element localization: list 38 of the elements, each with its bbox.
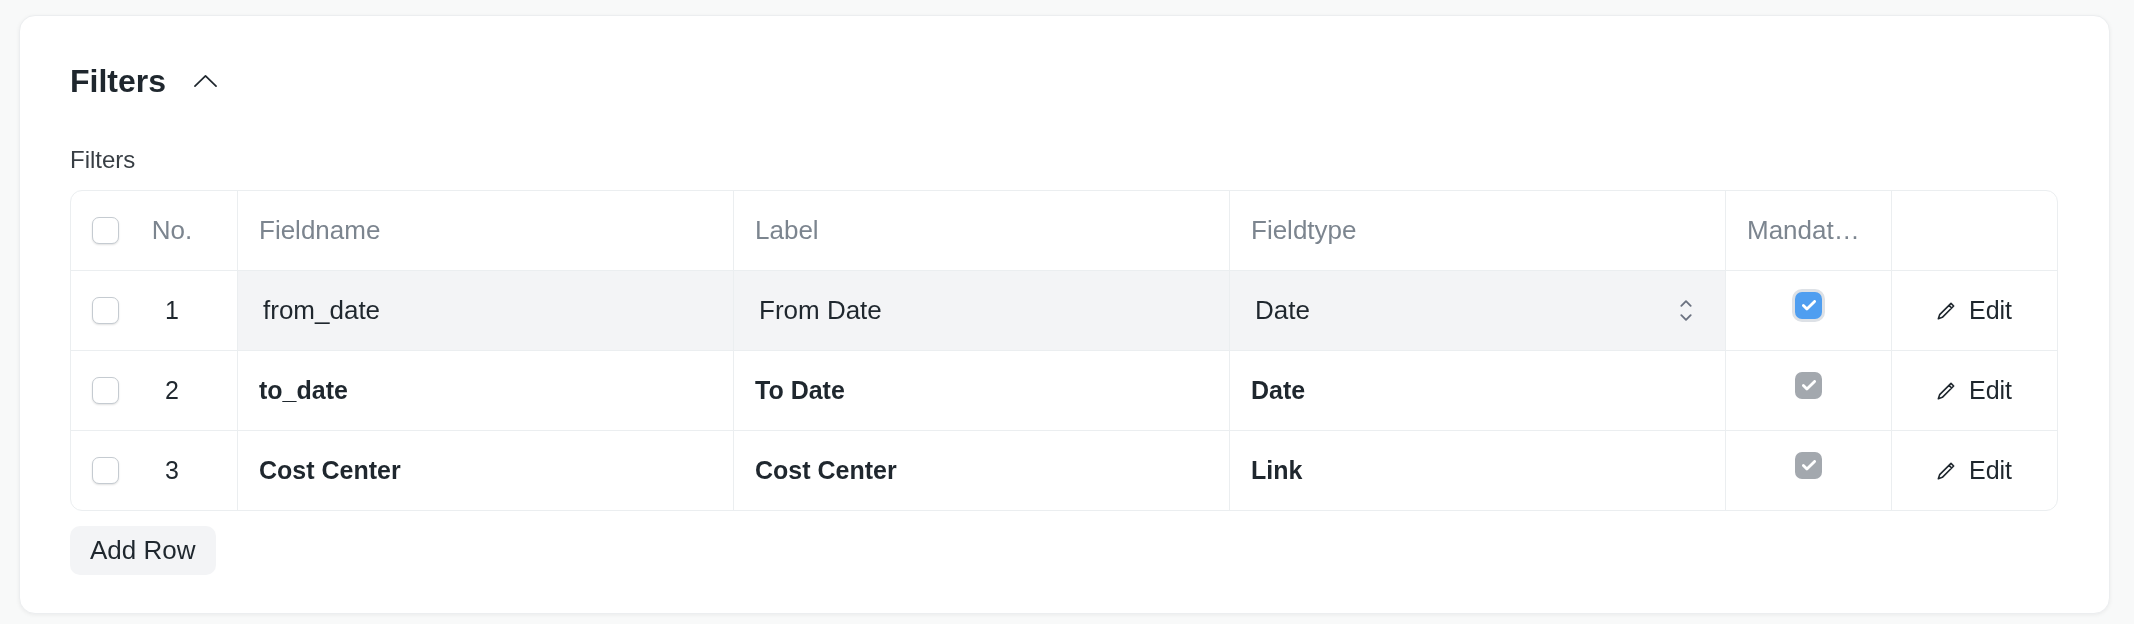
label-input[interactable]: From Date [734, 271, 1230, 350]
pencil-icon [1936, 461, 1955, 480]
mandatory-checkbox[interactable] [1795, 372, 1822, 399]
check-icon [1801, 300, 1816, 311]
table-cell-text: Cost Center [259, 454, 401, 486]
fieldtype-select[interactable]: Date [1230, 271, 1726, 350]
pencil-icon [1936, 381, 1955, 400]
add-row-button[interactable]: Add Row [70, 526, 216, 575]
fieldname-input[interactable]: from_date [238, 271, 734, 350]
edit-button[interactable]: Edit [1936, 291, 2013, 330]
pencil-icon [1936, 301, 1955, 320]
chevron-up-icon[interactable] [194, 75, 218, 87]
section-title: Filters [70, 62, 167, 101]
up-down-chevron-icon [1680, 300, 1692, 321]
edit-button[interactable]: Edit [1936, 371, 2013, 410]
column-header: Fieldtype [1251, 214, 1357, 247]
row-checkbox[interactable] [92, 377, 119, 404]
column-header: Mandat… [1747, 214, 1860, 247]
column-header: No. [151, 214, 193, 247]
column-header: Label [755, 214, 819, 247]
select-all-checkbox[interactable] [92, 217, 119, 244]
mandatory-checkbox[interactable] [1795, 452, 1822, 479]
mandatory-checkbox[interactable] [1795, 292, 1822, 319]
check-icon [1801, 380, 1816, 391]
column-header: Fieldname [259, 214, 381, 247]
table-cell-text: Cost Center [755, 454, 897, 486]
row-checkbox[interactable] [92, 297, 119, 324]
table-label: Filters [70, 145, 136, 175]
table-cell-text: Link [1251, 454, 1303, 486]
row-number: 3 [165, 454, 179, 486]
table-cell-text: Date [1251, 374, 1306, 406]
table-cell-text: To Date [755, 374, 845, 406]
check-icon [1801, 460, 1816, 471]
row-number: 2 [165, 374, 179, 406]
table-cell-text: to_date [259, 374, 348, 406]
edit-button[interactable]: Edit [1936, 451, 2013, 490]
row-checkbox[interactable] [92, 457, 119, 484]
row-number: 1 [165, 294, 179, 326]
